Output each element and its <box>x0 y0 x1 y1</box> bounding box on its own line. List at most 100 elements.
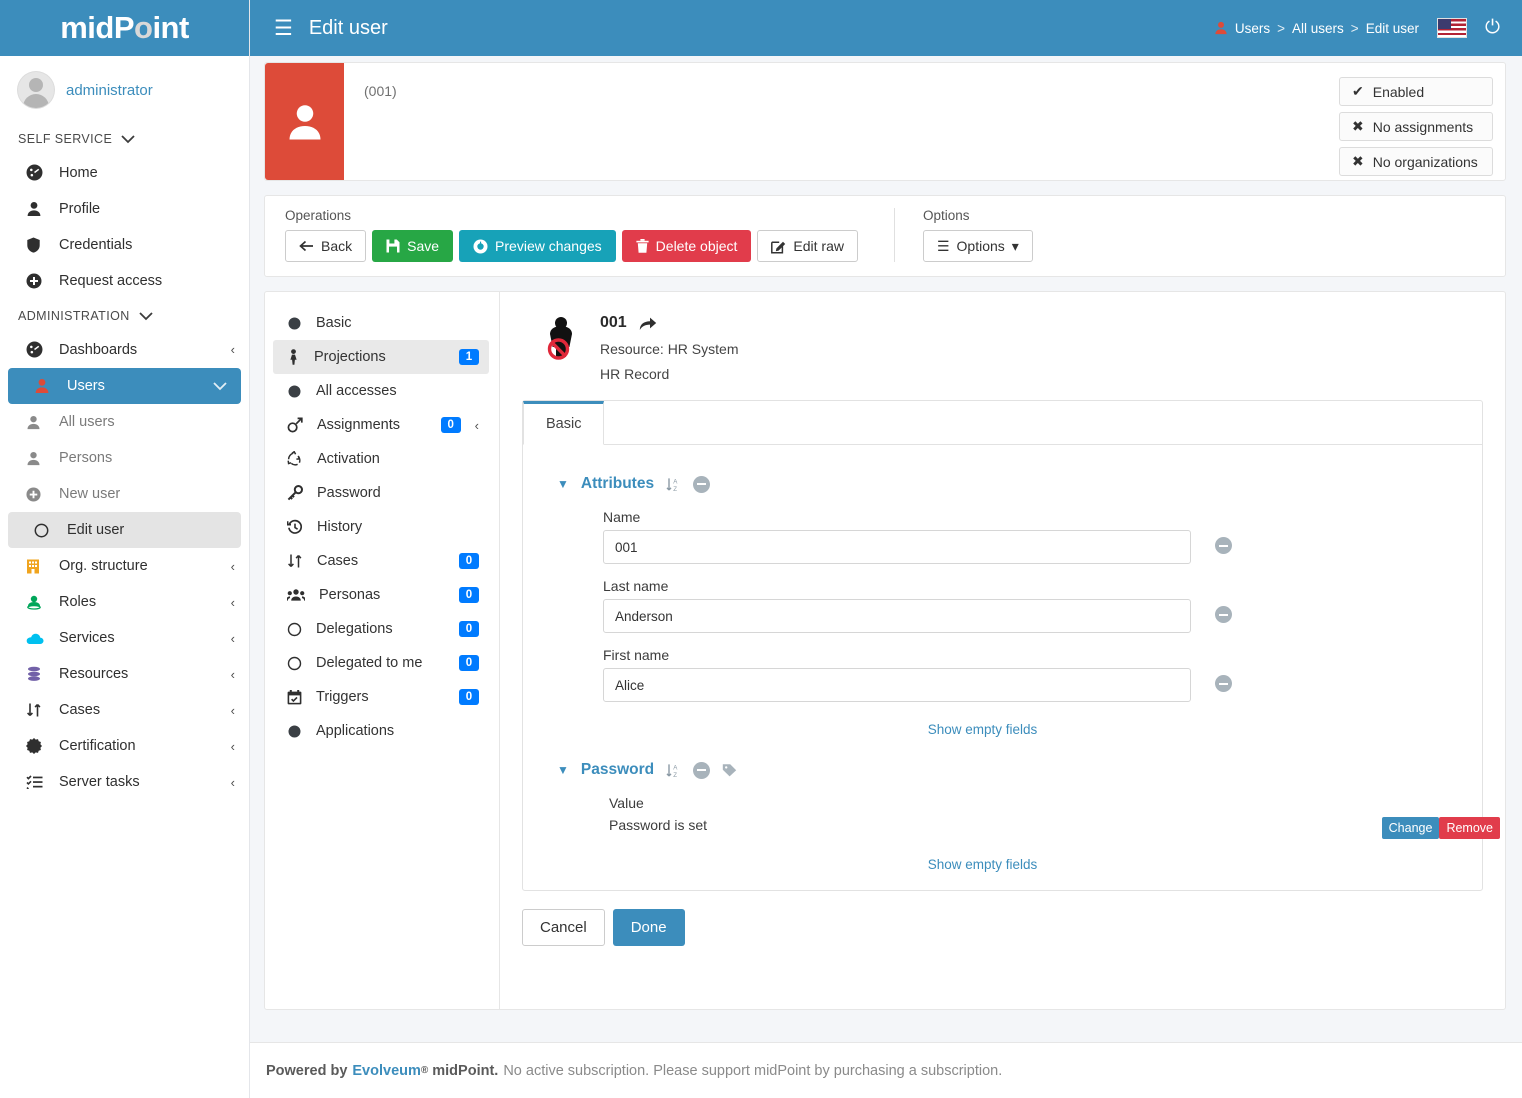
dashboard-icon <box>26 164 46 181</box>
sidebar-item-roles-label: Roles <box>59 594 218 610</box>
sidebar-item-persons[interactable]: Persons <box>0 440 249 476</box>
back-button-label: Back <box>321 238 352 254</box>
us-flag-icon[interactable] <box>1437 18 1467 38</box>
options-button[interactable]: ☰ Options ▾ <box>923 230 1033 262</box>
show-empty-fields-attributes[interactable]: Show empty fields <box>517 716 1448 739</box>
sidebar-item-users[interactable]: Users <box>8 368 241 404</box>
preview-changes-button[interactable]: Preview changes <box>459 230 616 262</box>
user-icon <box>34 378 54 394</box>
object-details-card: Basic Projections 1 All accesses Assignm… <box>264 291 1506 1010</box>
minus-circle-icon[interactable] <box>1215 675 1232 692</box>
first-name-input[interactable] <box>603 668 1191 702</box>
sidebar-item-resources[interactable]: Resources ‹ <box>0 656 249 692</box>
status-badge-no-assignments[interactable]: ✖ No assignments <box>1339 112 1493 141</box>
sidebar-item-credentials[interactable]: Credentials <box>0 227 249 263</box>
change-password-button[interactable]: Change <box>1382 817 1440 839</box>
sidebar-item-edit-user[interactable]: Edit user <box>8 512 241 548</box>
object-nav-item-basic[interactable]: Basic <box>273 306 489 340</box>
name-input[interactable] <box>603 530 1191 564</box>
minus-circle-icon[interactable] <box>693 476 710 493</box>
section-self-service[interactable]: SELF SERVICE <box>0 122 249 154</box>
object-nav-item-applications[interactable]: Applications <box>273 714 489 748</box>
recycle-icon <box>287 451 303 467</box>
sidebar-item-cases[interactable]: Cases ‹ <box>0 692 249 728</box>
sidebar-item-server-tasks[interactable]: Server tasks ‹ <box>0 764 249 800</box>
sidebar-item-services[interactable]: Services ‹ <box>0 620 249 656</box>
options-label: Options <box>923 208 1033 223</box>
sidebar-user-panel[interactable]: administrator <box>0 56 249 122</box>
footer-subscription-notice: No active subscription. Please support m… <box>503 1063 1002 1079</box>
edit-raw-button[interactable]: Edit raw <box>757 230 858 262</box>
cancel-button[interactable]: Cancel <box>522 909 605 946</box>
back-button[interactable]: Back <box>285 230 366 262</box>
power-icon[interactable]: ⏻ <box>1485 17 1500 39</box>
minus-circle-icon[interactable] <box>693 762 710 779</box>
footer-evolveum-link[interactable]: Evolveum <box>352 1063 421 1079</box>
caret-down-icon[interactable]: ▼ <box>557 763 569 777</box>
field-last-name: Last name <box>557 578 1448 633</box>
object-nav-item-password[interactable]: Password <box>273 476 489 510</box>
sidebar-username: administrator <box>66 82 153 99</box>
sidebar-item-server-tasks-label: Server tasks <box>59 774 218 790</box>
tab-basic-label: Basic <box>546 416 581 432</box>
sidebar-item-certification[interactable]: Certification ‹ <box>0 728 249 764</box>
sidebar-item-org-structure[interactable]: Org. structure ‹ <box>0 548 249 584</box>
cloud-icon <box>26 632 46 645</box>
sidebar-item-dashboards[interactable]: Dashboards ‹ <box>0 331 249 368</box>
object-nav-item-assignments[interactable]: Assignments 0 ‹ <box>273 408 489 442</box>
object-nav-item-delegations-badge: 0 <box>459 621 479 637</box>
object-nav-item-triggers[interactable]: Triggers 0 <box>273 680 489 714</box>
projection-header-text: 001 Resource: HR System HR Record <box>600 314 738 382</box>
tag-icon[interactable] <box>722 763 737 777</box>
sidebar-item-request-access[interactable]: Request access <box>0 263 249 299</box>
sidebar-item-resources-label: Resources <box>59 666 218 682</box>
object-nav-item-activation[interactable]: Activation <box>273 442 489 476</box>
delete-object-button[interactable]: Delete object <box>622 230 752 262</box>
assignment-icon <box>287 417 303 433</box>
user-icon <box>1214 21 1228 35</box>
done-button[interactable]: Done <box>613 909 685 946</box>
object-nav-item-personas[interactable]: Personas 0 <box>273 578 489 612</box>
object-nav-item-cases[interactable]: Cases 0 <box>273 544 489 578</box>
object-nav-item-delegated-to-me[interactable]: Delegated to me 0 <box>273 646 489 680</box>
hamburger-icon[interactable]: ☰ <box>250 16 309 41</box>
sidebar-item-credentials-label: Credentials <box>59 237 235 253</box>
circle-filled-icon <box>287 724 302 739</box>
tab-basic[interactable]: Basic <box>523 401 604 445</box>
minus-circle-icon[interactable] <box>1215 606 1232 623</box>
sidebar-item-new-user[interactable]: New user <box>0 476 249 512</box>
share-arrow-icon[interactable] <box>639 316 657 331</box>
object-nav-item-delegations[interactable]: Delegations 0 <box>273 612 489 646</box>
breadcrumb-item-all-users[interactable]: All users <box>1292 21 1344 36</box>
operations-group: Operations Back Save <box>285 208 858 262</box>
last-name-input[interactable] <box>603 599 1191 633</box>
remove-password-button[interactable]: Remove <box>1439 817 1500 839</box>
caret-down-icon: ▾ <box>1012 238 1019 254</box>
object-nav-item-history[interactable]: History <box>273 510 489 544</box>
sidebar-item-all-users[interactable]: All users <box>0 404 249 440</box>
gear-icon: o <box>134 10 152 45</box>
object-nav-item-triggers-label: Triggers <box>316 689 445 705</box>
sidebar-item-roles[interactable]: Roles ‹ <box>0 584 249 620</box>
object-nav-item-projections[interactable]: Projections 1 <box>273 340 489 374</box>
breadcrumb-item-edit-user[interactable]: Edit user <box>1366 21 1419 36</box>
preview-changes-button-label: Preview changes <box>495 238 602 254</box>
sort-alpha-icon[interactable]: AZ <box>666 477 681 492</box>
caret-down-icon[interactable]: ▼ <box>557 477 569 491</box>
status-badge-enabled[interactable]: ✔ Enabled <box>1339 77 1493 106</box>
status-badge-no-organizations[interactable]: ✖ No organizations <box>1339 147 1493 176</box>
save-button[interactable]: Save <box>372 230 453 262</box>
brand-logo[interactable]: midPoint <box>0 0 249 56</box>
section-administration[interactable]: ADMINISTRATION <box>0 299 249 331</box>
sort-alpha-icon[interactable]: AZ <box>666 763 681 778</box>
sidebar-item-profile-label: Profile <box>59 201 235 217</box>
object-nav-item-all-accesses[interactable]: All accesses <box>273 374 489 408</box>
show-empty-fields-password[interactable]: Show empty fields <box>517 851 1448 874</box>
sidebar-item-profile[interactable]: Profile <box>0 191 249 227</box>
check-icon: ✔ <box>1352 83 1364 100</box>
plus-circle-icon <box>26 273 46 289</box>
minus-circle-icon[interactable] <box>1215 537 1232 554</box>
sidebar-item-home[interactable]: Home <box>0 154 249 191</box>
top-bar: ☰ Edit user Users > All users > Edit use… <box>250 0 1522 56</box>
breadcrumb-item-users[interactable]: Users <box>1235 21 1270 36</box>
